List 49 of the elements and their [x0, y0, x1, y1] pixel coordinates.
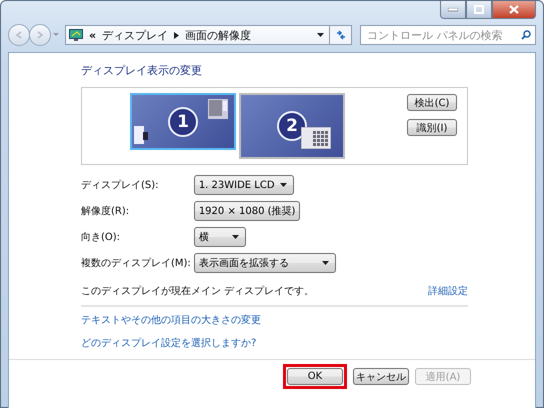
status-text: このディスプレイが現在メイン ディスプレイです。: [81, 284, 314, 298]
minimize-icon: [448, 8, 458, 12]
maximize-button[interactable]: [466, 1, 492, 19]
dropdown-caret-icon: [232, 235, 239, 239]
window-thumbnail-icon: [134, 126, 148, 144]
dropdown-caret-icon: [317, 33, 324, 37]
setting-label: 解像度(R):: [81, 204, 130, 218]
dropdown[interactable]: 1. 23WIDE LCD: [194, 175, 294, 195]
window-thumbnail-icon: [208, 99, 228, 119]
dropdown[interactable]: 表示画面を拡張する: [194, 253, 336, 273]
breadcrumb-item[interactable]: ディスプレイ: [102, 28, 168, 42]
advanced-settings-link[interactable]: 詳細設定: [428, 284, 468, 298]
breadcrumb-item[interactable]: 画面の解像度: [185, 28, 252, 42]
side-button[interactable]: 識別(I): [407, 119, 457, 136]
section-heading: ディスプレイ表示の変更: [81, 63, 203, 78]
monitor-number: 1: [168, 106, 198, 136]
address-bar[interactable]: « ディスプレイ 画面の解像度: [65, 25, 330, 45]
dropdown[interactable]: 横: [194, 227, 246, 247]
monitor-number: 2: [277, 111, 307, 141]
dropdown-caret-icon: [280, 183, 287, 187]
help-link[interactable]: どのディスプレイ設定を選択しますか?: [81, 336, 256, 350]
monitor-icon: [69, 29, 83, 41]
close-button[interactable]: [492, 1, 536, 19]
dialog-button[interactable]: OK: [287, 368, 343, 385]
setting-label: 向き(O):: [81, 231, 120, 244]
close-icon: [509, 5, 519, 14]
help-link[interactable]: テキストやその他の項目の大きさの変更: [81, 313, 261, 327]
setting-label: ディスプレイ(S):: [81, 178, 159, 192]
overflow-chevron[interactable]: «: [89, 28, 96, 42]
forward-button[interactable]: [29, 24, 51, 46]
back-button[interactable]: [8, 24, 30, 46]
forward-icon: [35, 30, 45, 40]
monitor-tile[interactable]: 1: [130, 93, 236, 150]
search-field[interactable]: コントロール パネルの検索: [360, 25, 536, 45]
dialog-button[interactable]: キャンセル: [353, 368, 409, 385]
dropdown-caret-icon: [322, 261, 329, 265]
maximize-icon: [474, 5, 484, 14]
minimize-button[interactable]: [440, 1, 466, 19]
back-icon: [14, 30, 24, 40]
setting-label: 複数のディスプレイ(M):: [81, 256, 191, 270]
refresh-button[interactable]: [330, 25, 352, 45]
grid-thumbnail-icon: [301, 127, 331, 149]
chevron-icon: [174, 32, 180, 38]
search-icon: [521, 30, 531, 40]
refresh-icon: [334, 29, 346, 41]
caret-icon: [53, 33, 59, 37]
monitor-tile[interactable]: 2: [239, 93, 345, 159]
side-button[interactable]: 検出(C): [407, 94, 457, 111]
dropdown[interactable]: 1920 × 1080 (推奨): [194, 201, 300, 221]
